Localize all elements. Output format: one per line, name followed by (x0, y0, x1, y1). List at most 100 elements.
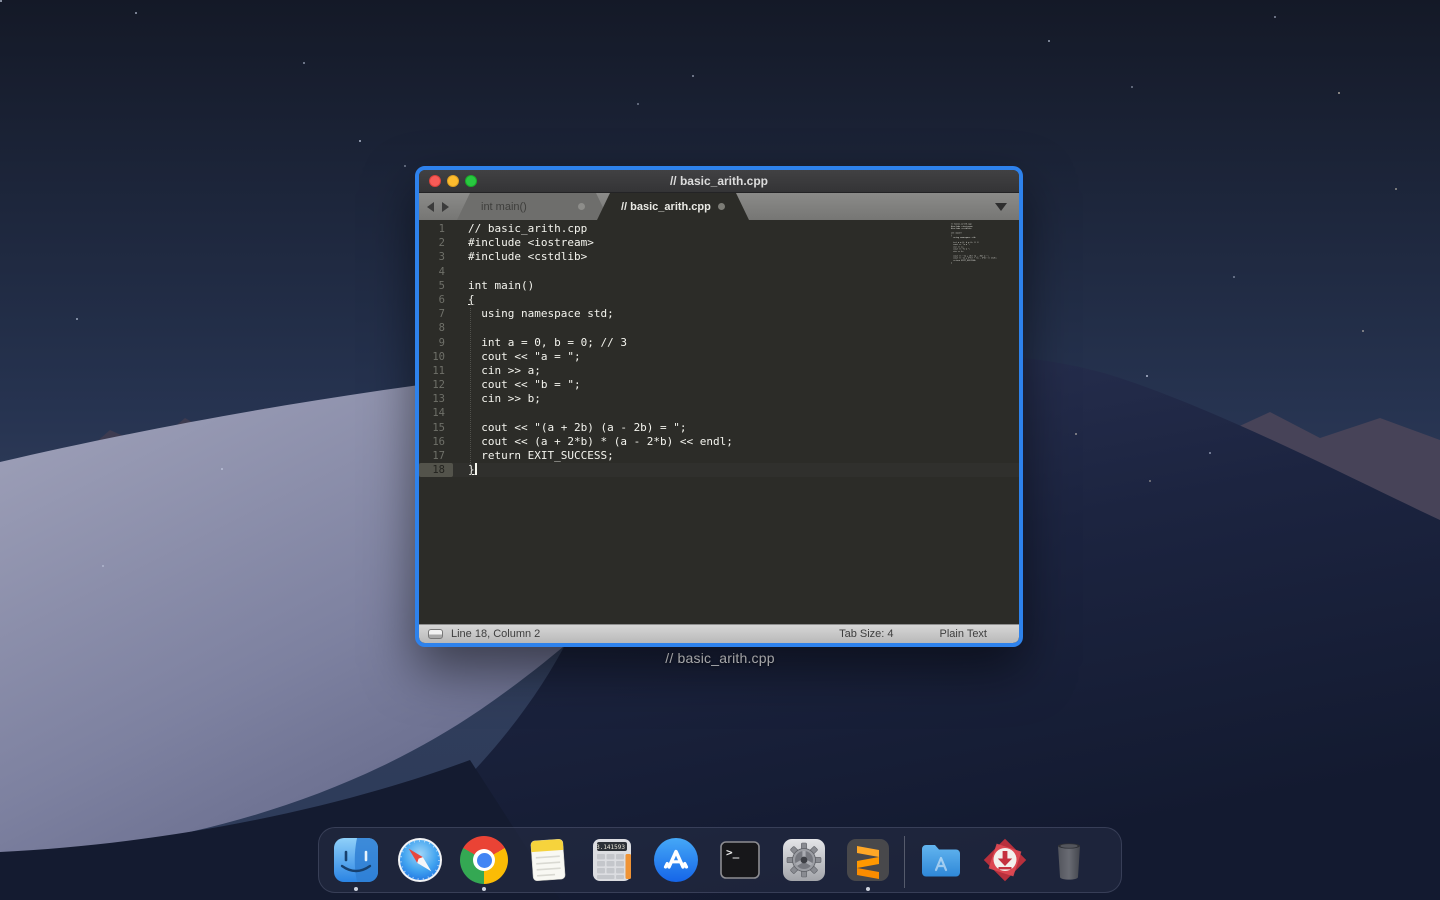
code-line-3[interactable]: 3#include <cstdlib> (419, 250, 1019, 264)
code-text: cout << "b = "; (453, 378, 581, 392)
code-line-9[interactable]: 9 int a = 0, b = 0; // 3 (419, 336, 1019, 350)
code-line-8[interactable]: 8 (419, 321, 1019, 335)
dock-item-trash[interactable] (1045, 836, 1093, 892)
tab-overflow-icon[interactable] (995, 203, 1007, 211)
code-text: { (453, 293, 475, 307)
code-line-2[interactable]: 2#include <iostream> (419, 236, 1019, 250)
tab-nav (419, 193, 457, 220)
line-number: 1 (419, 222, 453, 236)
close-button[interactable] (429, 175, 441, 187)
status-bar: Line 18, Column 2 Tab Size: 4 Plain Text (419, 624, 1019, 643)
sublime-window[interactable]: // basic_arith.cpp int main()// basic_ar… (415, 166, 1023, 647)
line-number: 14 (419, 406, 453, 420)
code-line-11[interactable]: 11 cin >> a; (419, 364, 1019, 378)
dock-item-downloads-app[interactable] (981, 836, 1029, 892)
syntax-selector[interactable]: Plain Text (940, 628, 988, 640)
code-text: // basic_arith.cpp (453, 222, 587, 236)
minimap[interactable]: // basic_arith.cpp #include <iostream> #… (951, 223, 1011, 271)
dock-item-calculator[interactable]: 3.141593 (588, 836, 636, 892)
line-number: 4 (419, 265, 453, 279)
code-line-15[interactable]: 15 cout << "(a + 2b) (a - 2b) = "; (419, 421, 1019, 435)
code-line-4[interactable]: 4 (419, 265, 1019, 279)
code-text: #include <cstdlib> (453, 250, 587, 264)
code-text: cout << "a = "; (453, 350, 581, 364)
text-cursor (475, 463, 477, 475)
code-line-1[interactable]: 1// basic_arith.cpp (419, 222, 1019, 236)
notes-icon (524, 836, 572, 884)
minimize-button[interactable] (447, 175, 459, 187)
back-arrow-icon[interactable] (427, 202, 434, 212)
modified-dot-icon (718, 203, 725, 210)
line-number: 11 (419, 364, 453, 378)
tab-1[interactable]: int main() (457, 193, 609, 220)
code-text (453, 406, 468, 420)
titlebar[interactable]: // basic_arith.cpp (419, 170, 1019, 193)
code-text (453, 265, 468, 279)
applications-folder-icon (917, 836, 965, 884)
code-text: using namespace std; (453, 307, 614, 321)
line-number: 5 (419, 279, 453, 293)
line-number: 6 (419, 293, 453, 307)
chrome-icon (460, 836, 508, 884)
code-text: cout << "(a + 2b) (a - 2b) = "; (453, 421, 687, 435)
stars (0, 0, 2, 2)
dock-item-chrome[interactable] (460, 836, 508, 892)
system-preferences-icon (780, 836, 828, 884)
code-text: } (453, 463, 477, 477)
panel-toggle-icon[interactable] (428, 629, 443, 639)
code-line-17[interactable]: 17 return EXIT_SUCCESS; (419, 449, 1019, 463)
dock-item-system-preferences[interactable] (780, 836, 828, 892)
dock-item-sublime-text[interactable] (844, 836, 892, 892)
code-text: int main() (453, 279, 534, 293)
modified-dot-icon (578, 203, 585, 210)
code-line-14[interactable]: 14 (419, 406, 1019, 420)
forward-arrow-icon[interactable] (442, 202, 449, 212)
code-line-5[interactable]: 5int main() (419, 279, 1019, 293)
tab-2[interactable]: // basic_arith.cpp (597, 193, 749, 220)
calculator-icon: 3.141593 (588, 836, 636, 884)
code-text: int a = 0, b = 0; // 3 (453, 336, 627, 350)
desktop: // basic_arith.cpp // basic_arith.cpp in… (0, 0, 1440, 900)
tab-bar: int main()// basic_arith.cpp (419, 193, 1019, 220)
trash-icon (1045, 836, 1093, 884)
download-badge-icon (981, 836, 1029, 884)
code-editor[interactable]: 1// basic_arith.cpp2#include <iostream>3… (419, 220, 1019, 624)
line-number: 16 (419, 435, 453, 449)
code-line-18[interactable]: 18} (419, 463, 1019, 477)
dock-item-notes[interactable] (524, 836, 572, 892)
tab-label: // basic_arith.cpp (597, 201, 718, 213)
dock-item-app-store[interactable] (652, 836, 700, 892)
code-line-6[interactable]: 6{ (419, 293, 1019, 307)
line-number: 18 (419, 463, 453, 477)
code-text: cout << (a + 2*b) * (a - 2*b) << endl; (453, 435, 733, 449)
code-line-12[interactable]: 12 cout << "b = "; (419, 378, 1019, 392)
terminal-icon: >_ (716, 836, 764, 884)
app-store-icon (652, 836, 700, 884)
code-text: return EXIT_SUCCESS; (453, 449, 614, 463)
cursor-position[interactable]: Line 18, Column 2 (451, 628, 839, 640)
code-text (453, 321, 468, 335)
dock: 3.141593 (318, 827, 1122, 893)
line-number: 2 (419, 236, 453, 250)
tab-strip: int main()// basic_arith.cpp (457, 193, 737, 220)
code-line-16[interactable]: 16 cout << (a + 2*b) * (a - 2*b) << endl… (419, 435, 1019, 449)
code-line-13[interactable]: 13 cin >> b; (419, 392, 1019, 406)
code-text: #include <iostream> (453, 236, 594, 250)
line-number: 7 (419, 307, 453, 321)
line-number: 3 (419, 250, 453, 264)
code-line-7[interactable]: 7 using namespace std; (419, 307, 1019, 321)
sublime-text-icon (844, 836, 892, 884)
dock-item-applications-folder[interactable] (917, 836, 965, 892)
code-lines: 1// basic_arith.cpp2#include <iostream>3… (419, 222, 1019, 477)
dock-item-safari[interactable] (396, 836, 444, 892)
zoom-button[interactable] (465, 175, 477, 187)
dock-divider (904, 836, 905, 888)
terminal-prompt: >_ (726, 846, 740, 859)
window-caption: // basic_arith.cpp (0, 650, 1440, 666)
code-line-10[interactable]: 10 cout << "a = "; (419, 350, 1019, 364)
dock-item-terminal[interactable]: >_ (716, 836, 764, 892)
tab-size-setting[interactable]: Tab Size: 4 (839, 628, 893, 640)
dock-item-finder[interactable] (332, 836, 380, 892)
line-number: 12 (419, 378, 453, 392)
code-text: cin >> a; (453, 364, 541, 378)
